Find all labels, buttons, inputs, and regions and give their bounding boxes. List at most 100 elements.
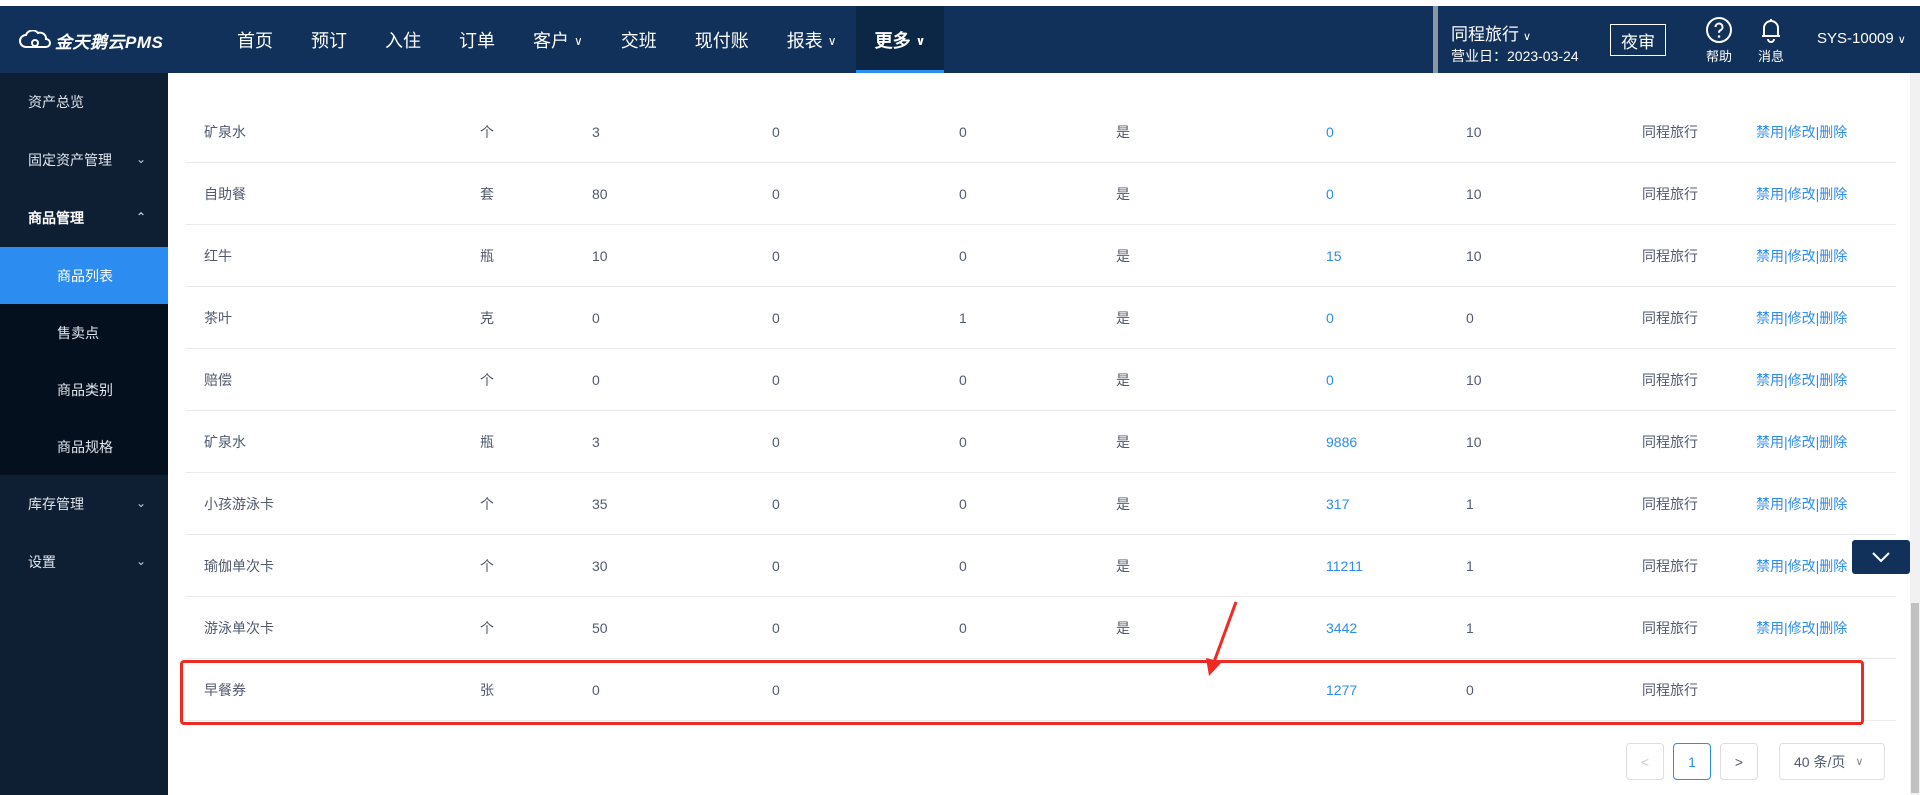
delete-link[interactable]: 删除 (1819, 370, 1847, 390)
nav-item[interactable]: 现付账 (676, 6, 768, 73)
delete-link[interactable]: 删除 (1819, 184, 1847, 204)
chevron-down-icon: ⌄ (135, 152, 146, 166)
disable-link[interactable]: 禁用 (1756, 556, 1784, 576)
app: 金天鹅云PMS 首页 预订 入住 订单 客户 ∨ 交班 现付账 报表 ∨ 更多 ∨ 同程旅行 ∨ 营业日… (0, 0, 1920, 795)
delete-link[interactable]: 删除 (1819, 246, 1847, 266)
sidebar-item-asset-overview[interactable]: 资产总览 (0, 73, 168, 131)
row-actions: 禁用 | 修改 | 删除 (1756, 473, 1847, 535)
scroll-down-button[interactable] (1852, 540, 1910, 574)
cell-stock[interactable]: 0 (1326, 101, 1334, 163)
cell-unit: 瓶 (480, 248, 494, 264)
messages-button[interactable]: 消息 (1751, 16, 1791, 70)
cell-unit: 个 (480, 124, 494, 140)
cell-value: 10 (1466, 186, 1482, 202)
row-actions: 禁用 | 修改 | 删除 (1756, 225, 1847, 287)
table-row: 小孩游泳卡 个 35 0 0 是 317 1 同程旅行 禁用 | 修改 | 删除 (186, 473, 1896, 535)
cell-value: 0 (959, 558, 967, 574)
cell-stock[interactable]: 317 (1326, 473, 1349, 535)
bell-icon (1762, 19, 1780, 43)
edit-link[interactable]: 修改 (1788, 122, 1816, 142)
sidebar-subitem-goods-spec[interactable]: 商品规格 (0, 418, 168, 475)
row-actions: 禁用 | 修改 | 删除 (1756, 163, 1847, 225)
main-nav: 首页 预订 入住 订单 客户 ∨ 交班 现付账 报表 ∨ 更多 ∨ (218, 6, 945, 73)
row-actions: 禁用 | 修改 | 删除 (1756, 349, 1847, 411)
page-size-select[interactable]: 40 条/页 ∨ (1779, 743, 1885, 780)
disable-link[interactable]: 禁用 (1756, 618, 1784, 638)
brand-logo[interactable]: 金天鹅云PMS (18, 30, 163, 52)
sidebar-item-label: 商品管理 (28, 210, 84, 226)
hotel-switcher[interactable]: 同程旅行 ∨ (1451, 20, 1531, 45)
edit-link[interactable]: 修改 (1788, 494, 1816, 514)
disable-link[interactable]: 禁用 (1756, 308, 1784, 328)
sidebar-subitem-sales-point[interactable]: 售卖点 (0, 304, 168, 361)
sidebar-item-settings[interactable]: 设置 ⌄ (0, 533, 168, 591)
cell-stock[interactable]: 9886 (1326, 411, 1357, 473)
delete-link[interactable]: 删除 (1819, 618, 1847, 638)
disable-link[interactable]: 禁用 (1756, 122, 1784, 142)
nav-item[interactable]: 交班 (602, 6, 676, 73)
edit-link[interactable]: 修改 (1788, 432, 1816, 452)
nav-item[interactable]: 报表 ∨ (768, 6, 856, 73)
nav-item[interactable]: 客户 ∨ (514, 6, 602, 73)
sidebar-item-inventory[interactable]: 库存管理 ⌄ (0, 475, 168, 533)
delete-link[interactable]: 删除 (1819, 556, 1847, 576)
cell-name: 自助餐 (204, 186, 246, 202)
table-row: 红牛 瓶 10 0 0 是 15 10 同程旅行 禁用 | 修改 | 删除 (186, 225, 1896, 287)
delete-link[interactable]: 删除 (1819, 308, 1847, 328)
cell-value: 0 (772, 186, 780, 202)
cell-enabled: 是 (1116, 434, 1130, 450)
chevron-down-icon (1872, 552, 1890, 563)
cell-value: 0 (1466, 310, 1474, 326)
edit-link[interactable]: 修改 (1788, 556, 1816, 576)
cell-stock[interactable]: 15 (1326, 225, 1342, 287)
prev-page-button[interactable]: < (1626, 743, 1664, 780)
cell-name: 矿泉水 (204, 434, 246, 450)
edit-link[interactable]: 修改 (1788, 246, 1816, 266)
cell-value: 10 (1466, 372, 1482, 388)
cell-enabled: 是 (1116, 124, 1130, 140)
disable-link[interactable]: 禁用 (1756, 246, 1784, 266)
table-row: 赔偿 个 0 0 0 是 0 10 同程旅行 禁用 | 修改 | 删除 (186, 349, 1896, 411)
cell-value: 1 (1466, 620, 1474, 636)
cell-price: 80 (592, 186, 608, 202)
cell-stock[interactable]: 3442 (1326, 597, 1357, 659)
next-page-button[interactable]: > (1720, 743, 1758, 780)
disable-link[interactable]: 禁用 (1756, 432, 1784, 452)
nav-item[interactable]: 预订 (292, 6, 366, 73)
nav-item[interactable]: 首页 (218, 6, 292, 73)
cell-value: 0 (772, 372, 780, 388)
row-actions: 禁用 | 修改 | 删除 (1756, 535, 1847, 597)
help-button[interactable]: 帮助 (1699, 16, 1739, 70)
nav-item[interactable]: 入住 (366, 6, 440, 73)
sidebar-subitem-goods-category[interactable]: 商品类别 (0, 361, 168, 418)
delete-link[interactable]: 删除 (1819, 494, 1847, 514)
cell-stock[interactable]: 0 (1326, 287, 1334, 349)
scrollbar[interactable] (1910, 73, 1920, 795)
cell-hotel: 同程旅行 (1642, 496, 1698, 512)
page-number-button[interactable]: 1 (1673, 743, 1711, 780)
cell-value: 10 (1466, 434, 1482, 450)
disable-link[interactable]: 禁用 (1756, 370, 1784, 390)
cell-stock[interactable]: 11211 (1326, 535, 1363, 597)
nav-item[interactable]: 更多 ∨ (855, 6, 945, 73)
user-menu[interactable]: SYS-10009 ∨ (1817, 30, 1906, 47)
disable-link[interactable]: 禁用 (1756, 184, 1784, 204)
night-audit-button[interactable]: 夜审 (1610, 24, 1666, 56)
cell-stock[interactable]: 0 (1326, 163, 1334, 225)
sidebar-item-goods-management[interactable]: 商品管理 ⌃ (0, 189, 168, 247)
scrollbar-thumb[interactable] (1911, 603, 1919, 793)
edit-link[interactable]: 修改 (1788, 618, 1816, 638)
cell-value: 0 (959, 496, 967, 512)
edit-link[interactable]: 修改 (1788, 184, 1816, 204)
delete-link[interactable]: 删除 (1819, 432, 1847, 452)
sidebar-item-fixed-assets[interactable]: 固定资产管理 ⌄ (0, 131, 168, 189)
edit-link[interactable]: 修改 (1788, 370, 1816, 390)
edit-link[interactable]: 修改 (1788, 308, 1816, 328)
delete-link[interactable]: 删除 (1819, 122, 1847, 142)
nav-item[interactable]: 订单 (440, 6, 514, 73)
cell-hotel: 同程旅行 (1642, 372, 1698, 388)
sidebar-subitem-goods-list[interactable]: 商品列表 (0, 247, 168, 304)
cell-stock[interactable]: 0 (1326, 349, 1334, 411)
disable-link[interactable]: 禁用 (1756, 494, 1784, 514)
row-actions: 禁用 | 修改 | 删除 (1756, 101, 1847, 163)
